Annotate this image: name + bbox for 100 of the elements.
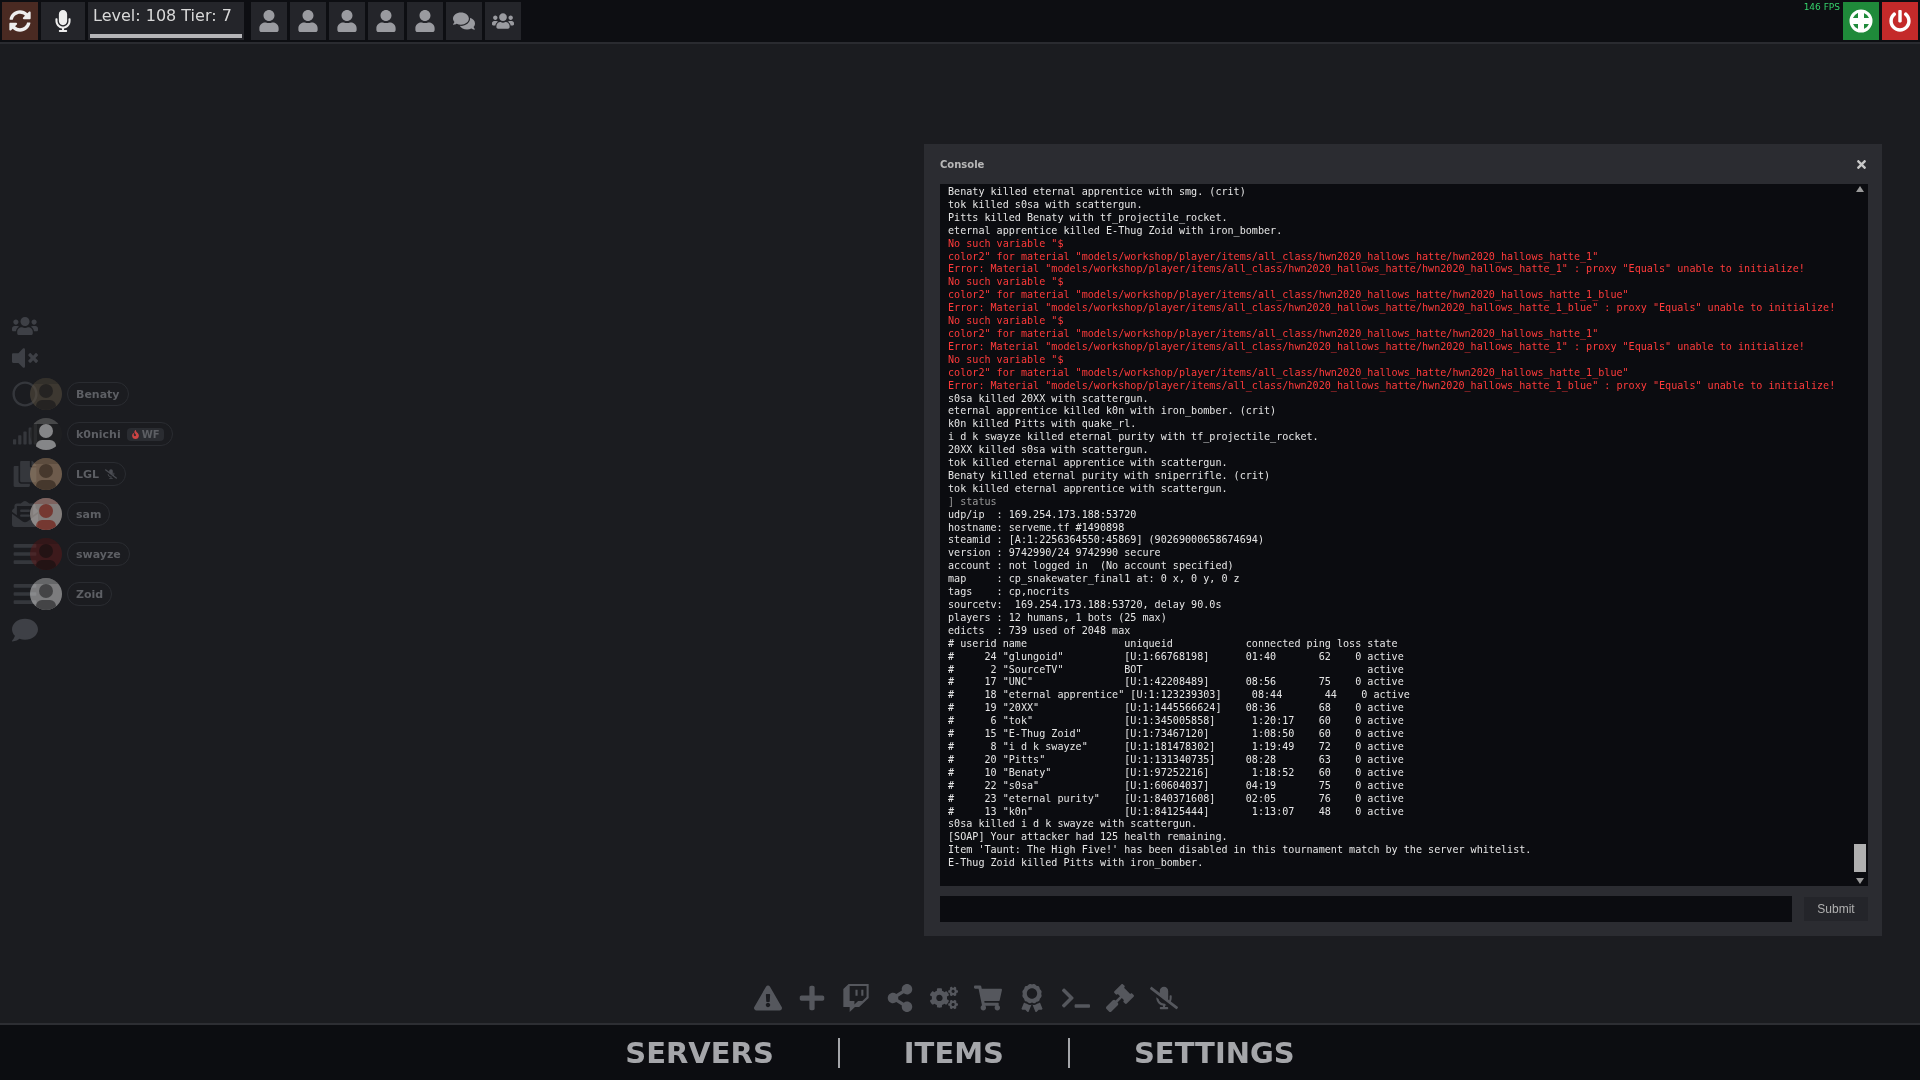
console-line: color2" for material "models/workshop/player/items/all_class/hwn2020_hallows_hatte/hwn2020_hallows_hatte_1": [948, 327, 1600, 341]
scrollbar-thumb[interactable]: [1854, 844, 1866, 872]
warning-button[interactable]: [754, 984, 782, 1012]
console-line: Benaty killed eternal purity with sniperrifle. (crit): [948, 469, 1272, 483]
console-line: # 19 "20XX" [U:1:1445566624] 08:36 68 0 active: [948, 702, 1405, 716]
share-screen-icon: [886, 984, 914, 1012]
console-line: ] status: [948, 495, 998, 509]
power-button[interactable]: [1882, 2, 1918, 40]
cart-icon: [974, 984, 1002, 1012]
refresh-button[interactable]: [2, 2, 38, 40]
console-line: Benaty killed eternal apprentice with smg. (crit): [948, 186, 1247, 199]
gears-button[interactable]: [930, 984, 958, 1012]
player-name: sam: [76, 507, 102, 521]
list-icon: [12, 541, 38, 567]
refresh-icon: [9, 10, 31, 32]
console-line: # 23 "eternal purity" [U:1:840371608] 02:05 76 0 active: [948, 792, 1405, 806]
console-line: edicts : 739 used of 2048 max: [948, 624, 1132, 638]
group-button[interactable]: [485, 2, 521, 40]
share-screen-button[interactable]: [886, 984, 914, 1012]
group-icon: [492, 10, 514, 32]
console-line: No such variable "$: [948, 353, 1065, 367]
player-name: Benaty: [76, 387, 120, 401]
console-line: color2" for material "models/workshop/player/items/all_class/hwn2020_hallows_hatte/hwn2020_hallows_hatte_1_blue": [948, 289, 1630, 303]
console-line: No such variable "$: [948, 237, 1065, 251]
console-line: hostname: serveme.tf #1490898: [948, 521, 1126, 535]
console-line: # 10 "Benaty" [U:1:97252216] 1:18:52 60 0 active: [948, 766, 1405, 780]
console-line: sourcetv: 169.254.173.188:53720, delay 90.0s: [948, 599, 1223, 612]
gavel-icon: [1106, 984, 1134, 1012]
console-line: k0n killed Pitts with quake_rl.: [948, 418, 1138, 432]
scroll-down-icon[interactable]: [1856, 878, 1864, 884]
console-line: # 17 "UNC" [U:1:42208489] 08:56 75 0 active: [948, 676, 1405, 690]
window-title: Console: [940, 158, 985, 170]
chat-button[interactable]: [446, 2, 482, 40]
user-button[interactable]: [407, 2, 443, 40]
console-line: tok killed eternal apprentice with scattergun.: [948, 457, 1229, 470]
player-name: Zoid: [76, 587, 104, 601]
console-line: # 24 "glungoid" [U:1:66768198] 01:40 62 0 active: [948, 650, 1405, 664]
copy-icon: [12, 461, 38, 487]
console-line: # 13 "k0n" [U:1:84125444] 1:13:07 48 0 active: [948, 805, 1405, 819]
plus-icon: [798, 984, 826, 1012]
console-line: Item 'Taunt: The High Five!' has been disabled in this tournament match by the server whitelist.: [948, 844, 1533, 858]
microphone-button[interactable]: [41, 2, 85, 40]
console-line: steamid : [A:1:2256364550:45869] (90269000658674694): [948, 534, 1265, 548]
medic-button[interactable]: [1843, 2, 1879, 40]
chat-box-button[interactable]: [842, 984, 870, 1012]
user-button[interactable]: [368, 2, 404, 40]
scroll-up-icon[interactable]: [1856, 186, 1864, 192]
gears-icon: [930, 984, 958, 1012]
console-line: E-Thug Zoid killed Pitts with iron_bomber.: [948, 857, 1205, 871]
console-line: 20XX killed s0sa with scattergun.: [948, 444, 1150, 458]
console-line: players : 12 humans, 1 bots (25 max): [948, 611, 1168, 625]
user-button[interactable]: [290, 2, 326, 40]
console-line: eternal apprentice killed k0n with iron_bomber. (crit): [948, 405, 1278, 419]
gavel-button[interactable]: [1106, 984, 1134, 1012]
user-icon: [258, 10, 280, 32]
warning-icon: [754, 984, 782, 1012]
console-line: # 18 "eternal apprentice" [U:1:123239303] 08:44 44 0 active: [948, 689, 1411, 703]
cart-button[interactable]: [974, 984, 1002, 1012]
console-line: [SOAP] Your attacker had 125 health remaining.: [948, 831, 1229, 845]
console-line: color2" for material "models/workshop/player/items/all_class/hwn2020_hallows_hatte/hwn2020_hallows_hatte_1": [948, 250, 1600, 264]
user-icon: [414, 10, 436, 32]
chat-icon[interactable]: [12, 617, 38, 643]
console-line: # 2 "SourceTV" BOT active: [948, 663, 1405, 677]
plus-button[interactable]: [798, 984, 826, 1012]
mute-icon[interactable]: [12, 345, 38, 371]
user-button[interactable]: [329, 2, 365, 40]
user-icon: [297, 10, 319, 32]
console-line: tags : cp,nocrits: [948, 586, 1071, 599]
console-line: udp/ip : 169.254.173.188:53720: [948, 508, 1138, 522]
console-line: # 22 "s0sa" [U:1:60604037] 04:19 75 0 active: [948, 779, 1405, 793]
console-line: i d k swayze killed eternal purity with tf_projectile_rocket.: [948, 431, 1320, 445]
envelope-icon: [12, 501, 38, 527]
console-line: s0sa killed 20XX with scattergun.: [948, 392, 1150, 406]
nav-tab[interactable]: ITEMS: [837, 1037, 1068, 1068]
console-line: Pitts killed Benaty with tf_projectile_rocket.: [948, 211, 1229, 225]
console-line: # 8 "i d k swayze" [U:1:181478302] 1:19:49 72 0 active: [948, 740, 1405, 754]
mic-off-button[interactable]: [1150, 984, 1178, 1012]
console-line: s0sa killed i d k swayze with scattergun.: [948, 818, 1199, 832]
console-line: tok killed s0sa with scattergun.: [948, 198, 1144, 212]
nav-tab[interactable]: SERVERS: [561, 1037, 838, 1068]
console-line: Error: Material "models/workshop/player/items/all_class/hwn2020_hallows_hatte/hwn2020_hallows_hatte_1_blue" : proxy "Equals" unable to initialize!: [948, 302, 1837, 316]
submit-button[interactable]: Submit: [1804, 897, 1868, 921]
nav-tab[interactable]: SETTINGS: [1067, 1037, 1359, 1068]
player-name: swayze: [76, 547, 121, 561]
console-line: No such variable "$: [948, 276, 1065, 290]
console-line: Error: Material "models/workshop/player/items/all_class/hwn2020_hallows_hatte/hwn2020_hallows_hatte_1_blue" : proxy "Equals" unable to initialize!: [948, 379, 1837, 393]
user-button[interactable]: [251, 2, 287, 40]
console-line: Error: Material "models/workshop/player/items/all_class/hwn2020_hallows_hatte/hwn2020_hallows_hatte_1" : proxy "Equals" unable to initialize!: [948, 340, 1806, 354]
fps-counter: 146 FPS: [1803, 2, 1840, 12]
console-line: tok killed eternal apprentice with scattergun.: [948, 482, 1229, 496]
console-line: # userid name uniqueid connected ping loss state: [948, 637, 1399, 651]
console-line: Error: Material "models/workshop/player/items/all_class/hwn2020_hallows_hatte/hwn2020_hallows_hatte_1" : proxy "Equals" unable to initialize!: [948, 263, 1806, 277]
console-line: map : cp_snakewater_final1 at: 0 x, 0 y, 0 z: [948, 573, 1241, 587]
command-input[interactable]: [940, 896, 1792, 922]
console-line: No such variable "$: [948, 315, 1065, 328]
list-icon: [12, 581, 38, 607]
console-line: version : 9742990/24 9742990 secure: [948, 547, 1162, 561]
close-button[interactable]: [1855, 157, 1868, 171]
console-line: color2" for material "models/workshop/player/items/all_class/hwn2020_hallows_hatte/hwn2020_hallows_hatte_1_blue": [948, 366, 1630, 380]
microphone-icon: [52, 10, 74, 32]
